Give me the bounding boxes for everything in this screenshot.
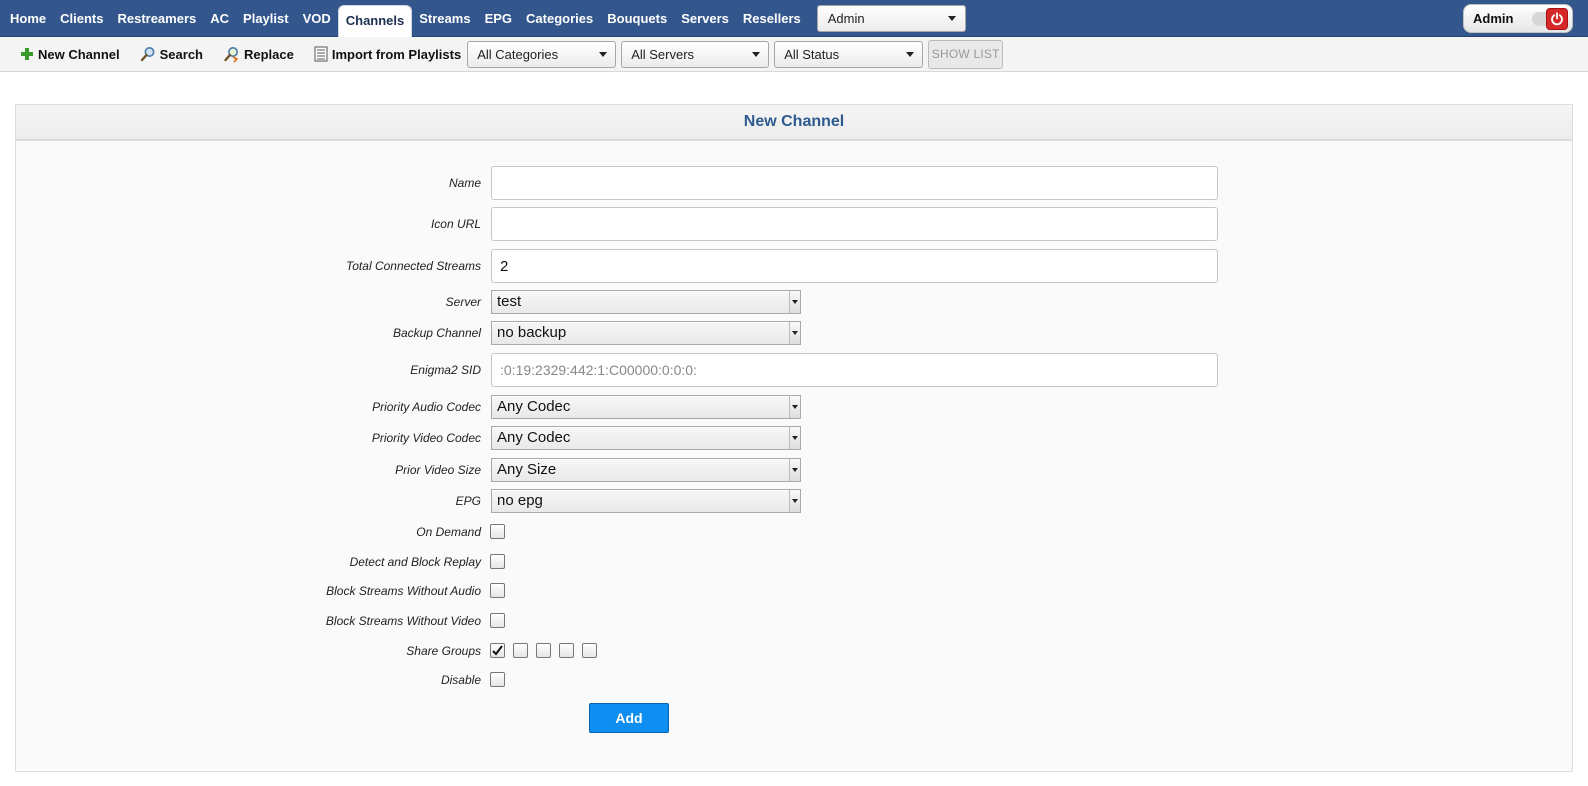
share-groups-label: Share Groups	[406, 644, 481, 658]
check-icon	[492, 645, 503, 656]
power-icon[interactable]	[1546, 8, 1568, 30]
add-button[interactable]: Add	[589, 703, 669, 733]
epg-label: EPG	[455, 494, 481, 508]
new-channel-panel: New Channel Name Icon URL Total Connecte…	[15, 104, 1573, 772]
detect-replay-label: Detect and Block Replay	[349, 555, 481, 569]
categories-filter-value: All Categories	[477, 46, 559, 62]
nav-ac[interactable]: AC	[203, 0, 236, 37]
share-group-checkbox-2[interactable]	[513, 643, 528, 658]
no-video-label: Block Streams Without Video	[325, 614, 481, 628]
import-label: Import from Playlists	[331, 46, 462, 62]
nav-home[interactable]: Home	[3, 0, 53, 37]
disable-label: Disable	[440, 673, 481, 687]
search-icon	[140, 47, 155, 62]
video-size-label: Prior Video Size	[395, 463, 481, 477]
chevron-down-icon	[752, 51, 761, 57]
nav-channels[interactable]: Channels	[337, 4, 413, 37]
role-select[interactable]: Admin	[816, 4, 966, 32]
nav-vod[interactable]: VOD	[296, 0, 338, 37]
nav-categories[interactable]: Categories	[519, 0, 600, 37]
icon-url-input[interactable]	[491, 207, 1218, 241]
servers-filter[interactable]: All Servers	[621, 40, 770, 68]
list-icon	[314, 46, 328, 62]
video-size-value: Any Size	[497, 461, 557, 478]
servers-filter-value: All Servers	[631, 46, 695, 62]
nav-resellers[interactable]: Resellers	[736, 0, 808, 37]
status-filter-value: All Status	[784, 46, 840, 62]
chevron-down-icon	[789, 490, 800, 512]
no-audio-label: Block Streams Without Audio	[326, 584, 481, 598]
toolbar: New Channel Search Replace Import from P…	[0, 37, 1588, 72]
search-label: Search	[159, 46, 203, 62]
chevron-down-icon	[599, 51, 608, 57]
enigma-input[interactable]	[491, 353, 1218, 387]
share-group-checkbox-4[interactable]	[559, 643, 574, 658]
server-label: Server	[445, 295, 481, 309]
panel-title: New Channel	[16, 105, 1572, 141]
nav-playlist[interactable]: Playlist	[236, 0, 296, 37]
search-button[interactable]: Search	[140, 46, 203, 62]
top-nav: Home Clients Restreamers AC Playlist VOD…	[0, 0, 1588, 37]
nav-restreamers[interactable]: Restreamers	[110, 0, 203, 37]
new-channel-label: New Channel	[38, 46, 120, 62]
on-demand-label: On Demand	[416, 525, 481, 539]
no-audio-checkbox[interactable]	[490, 583, 505, 598]
video-codec-label: Priority Video Codec	[371, 431, 481, 445]
video-codec-select[interactable]: Any Codec	[491, 426, 801, 450]
nav-streams[interactable]: Streams	[412, 0, 477, 37]
total-streams-input[interactable]	[491, 249, 1218, 283]
replace-icon	[224, 46, 239, 63]
total-streams-label: Total Connected Streams	[346, 259, 481, 273]
server-select-value: test	[497, 293, 522, 310]
name-input[interactable]	[491, 166, 1218, 200]
nav-bouquets[interactable]: Bouquets	[600, 0, 674, 37]
chevron-down-icon	[789, 459, 800, 481]
role-select-value: Admin	[827, 10, 865, 26]
backup-label: Backup Channel	[392, 326, 481, 340]
status-filter[interactable]: All Status	[774, 40, 924, 68]
share-group-checkbox-3[interactable]	[536, 643, 551, 658]
user-menu[interactable]: Admin	[1463, 4, 1573, 33]
disable-checkbox[interactable]	[490, 672, 505, 687]
user-name: Admin	[1473, 11, 1514, 26]
audio-codec-select[interactable]: Any Codec	[491, 395, 801, 419]
new-channel-button[interactable]: New Channel	[20, 47, 120, 62]
server-select[interactable]: test	[491, 290, 801, 314]
show-list-button[interactable]: SHOW LIST	[928, 39, 1004, 69]
chevron-down-icon	[789, 322, 800, 344]
audio-codec-label: Priority Audio Codec	[372, 400, 481, 414]
nav-clients[interactable]: Clients	[53, 0, 110, 37]
categories-filter[interactable]: All Categories	[467, 40, 617, 68]
share-group-checkbox-5[interactable]	[582, 643, 597, 658]
import-playlists-button[interactable]: Import from Playlists	[314, 46, 461, 62]
nav-servers[interactable]: Servers	[674, 0, 736, 37]
share-group-checkbox-1[interactable]	[490, 643, 505, 658]
on-demand-checkbox[interactable]	[490, 524, 505, 539]
icon-url-label: Icon URL	[430, 217, 481, 231]
nav-epg[interactable]: EPG	[478, 0, 519, 37]
chevron-down-icon	[906, 51, 915, 57]
replace-label: Replace	[244, 46, 294, 62]
chevron-down-icon	[789, 427, 800, 449]
epg-select[interactable]: no epg	[491, 489, 801, 513]
epg-select-value: no epg	[497, 492, 543, 509]
chevron-down-icon	[947, 15, 956, 21]
enigma-label: Enigma2 SID	[410, 363, 481, 377]
chevron-down-icon	[789, 291, 800, 313]
backup-select-value: no backup	[497, 324, 567, 341]
video-size-select[interactable]: Any Size	[491, 458, 801, 482]
video-codec-value: Any Codec	[497, 429, 571, 446]
chevron-down-icon	[789, 396, 800, 418]
audio-codec-value: Any Codec	[497, 398, 571, 415]
backup-select[interactable]: no backup	[491, 321, 801, 345]
plus-icon	[21, 48, 33, 60]
detect-replay-checkbox[interactable]	[490, 554, 505, 569]
no-video-checkbox[interactable]	[490, 613, 505, 628]
name-label: Name	[448, 176, 481, 190]
replace-button[interactable]: Replace	[223, 46, 294, 63]
